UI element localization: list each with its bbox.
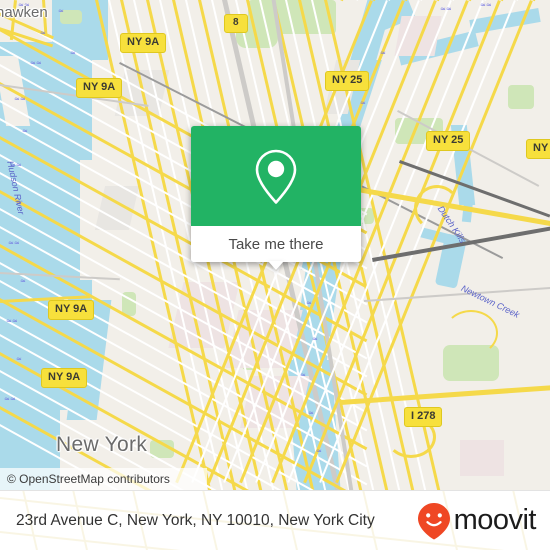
popup-action-bar[interactable]: Take me there [191,226,361,262]
moovit-smiley-pin-icon [417,502,450,539]
shield-ny25-1[interactable]: NY 25 [325,71,370,91]
shield-ny9a-4[interactable]: NY 9A [41,368,88,388]
shield-i278[interactable]: I 278 [404,407,443,427]
shield-ny25-3[interactable]: NY 2 [526,139,550,159]
location-popup-card[interactable]: Take me there [191,126,361,270]
attribution-text[interactable]: © OpenStreetMap contributors [0,472,170,486]
popup-image-header [191,126,361,226]
shield-ny9a-2[interactable]: NY 9A [76,78,123,98]
popup-pointer-tail [268,261,284,270]
shield-ny9a-3[interactable]: NY 9A [48,300,95,320]
map-attribution: © OpenStreetMap contributors [0,468,207,490]
moovit-brand[interactable]: moovit [417,502,537,540]
location-pin-icon [255,149,297,204]
shield-ny25-2[interactable]: NY 25 [426,131,471,151]
moovit-wordmark: moovit [453,504,537,536]
shield-ny9a-1[interactable]: NY 9A [120,33,167,53]
shield-8[interactable]: 8 [224,14,248,33]
footer-bar: 23rd Avenue C, New York, NY 10010, New Y… [0,490,550,550]
map-label-weehawken: hawken [0,4,48,21]
address-label: 23rd Avenue C, New York, NY 10010, New Y… [16,511,375,529]
moovit-map-screenshot: ≈≈ ≈ ≈≈ ≈≈ ≈ ≈≈ ≈ ≈≈ ≈ ≈≈ ≈ ≈≈ ≈ ≈ ≈ ≈ ≈… [0,0,550,550]
map-label-new-york: New York [56,433,148,456]
take-me-there-label: Take me there [228,235,324,253]
